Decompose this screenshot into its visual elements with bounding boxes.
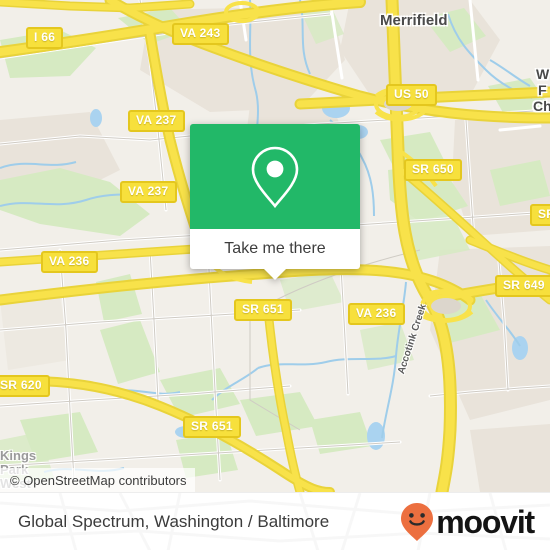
road-shield-sr-620[interactable]: SR 620	[0, 375, 50, 397]
road-shield-sr-651-south[interactable]: SR 651	[183, 416, 241, 438]
road-shield-i-66[interactable]: I 66	[26, 27, 64, 49]
moovit-smiley-pin-icon	[401, 502, 434, 541]
map-pin-icon	[251, 146, 299, 208]
popup-image-panel	[190, 124, 360, 229]
road-shield-sr-partial[interactable]: SR	[530, 204, 550, 226]
take-me-there-label: Take me there	[224, 240, 326, 257]
footer-bar: Global Spectrum, Washington / Baltimore …	[0, 492, 550, 550]
attribution-text: © OpenStreetMap contributors	[10, 472, 187, 488]
moovit-logo[interactable]: moovit	[399, 502, 535, 542]
road-shield-us-50[interactable]: US 50	[386, 84, 437, 106]
take-me-there-popup[interactable]: Take me there	[190, 124, 360, 280]
road-shield-va-237-north[interactable]: VA 237	[128, 110, 185, 132]
map-canvas[interactable]: Merrifield W F Ch Kings Park West Accoti…	[0, 0, 550, 492]
popup-tail-pointer	[264, 269, 286, 280]
road-shield-sr-651-north[interactable]: SR 651	[234, 299, 292, 321]
road-shield-va-236-east[interactable]: VA 236	[348, 303, 405, 325]
road-shield-va-236-west[interactable]: VA 236	[41, 251, 98, 273]
road-shield-va-243[interactable]: VA 243	[172, 23, 229, 45]
moovit-wordmark: moovit	[436, 503, 535, 540]
moovit-map-screenshot: Merrifield W F Ch Kings Park West Accoti…	[0, 0, 550, 550]
popup-footer[interactable]: Take me there	[190, 229, 360, 280]
road-shield-va-237-south[interactable]: VA 237	[120, 181, 177, 203]
map-attribution[interactable]: © OpenStreetMap contributors	[0, 468, 195, 492]
road-shield-sr-650[interactable]: SR 650	[404, 159, 462, 181]
page-title: Global Spectrum, Washington / Baltimore	[18, 511, 330, 531]
road-shield-sr-649[interactable]: SR 649	[495, 275, 550, 297]
